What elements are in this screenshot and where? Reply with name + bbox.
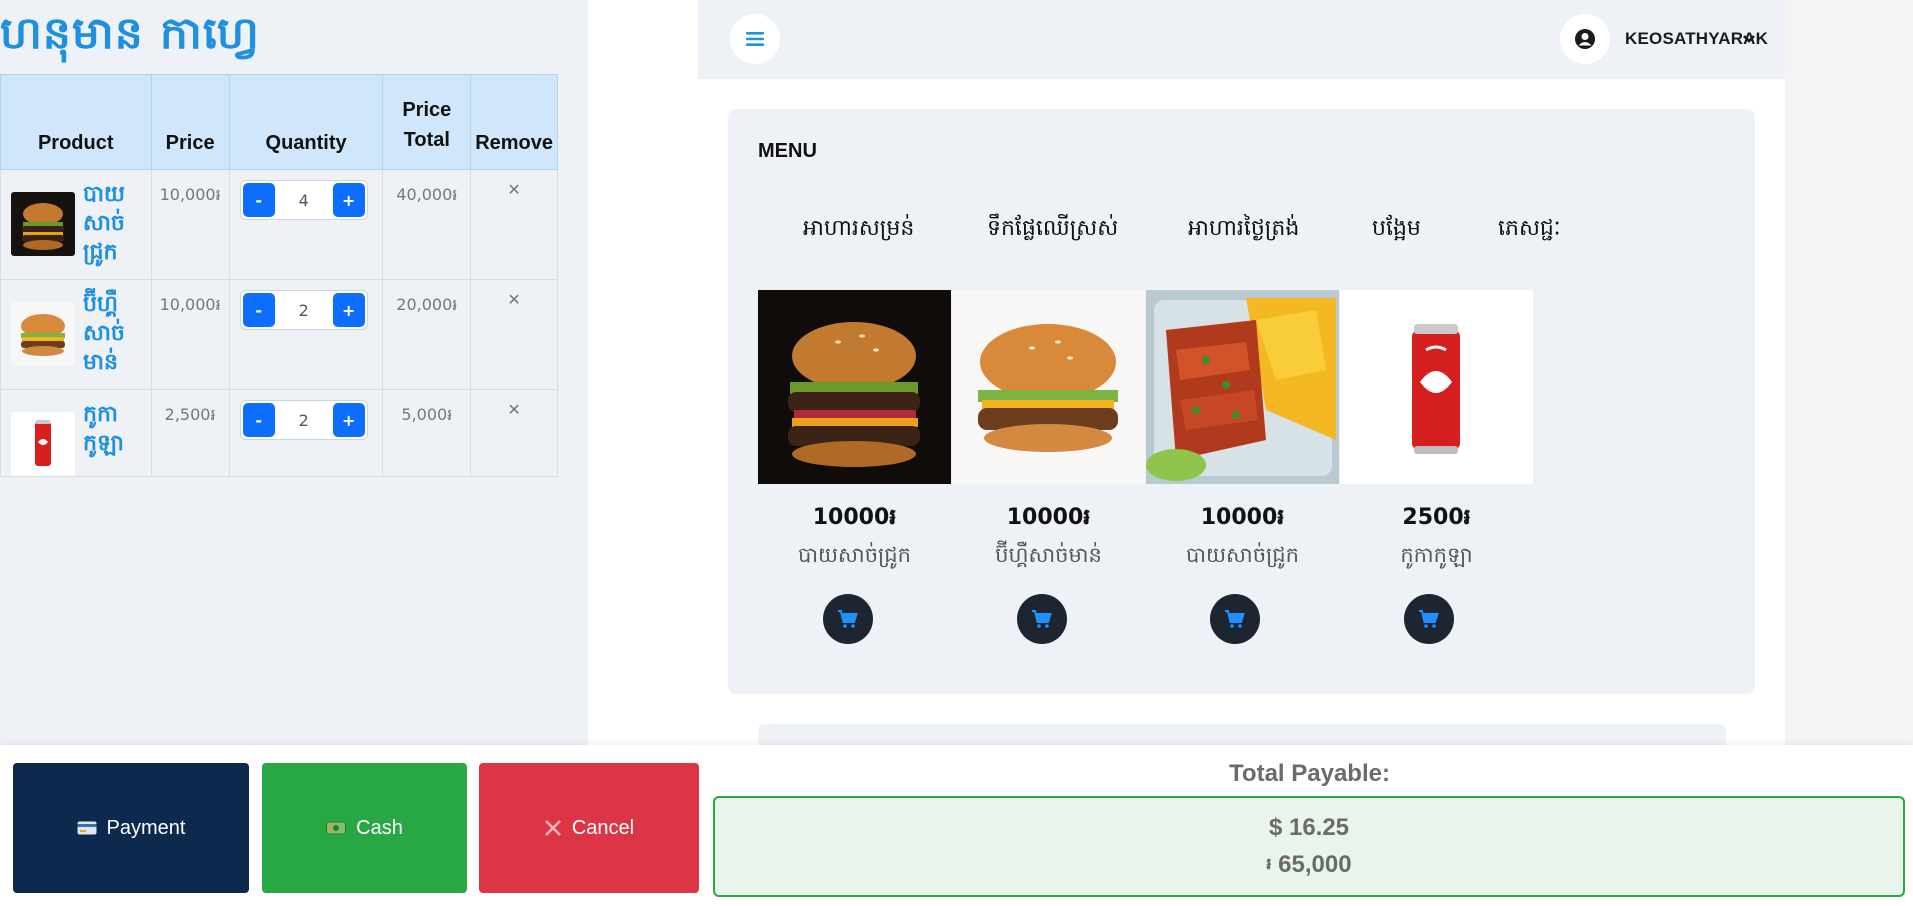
decrease-button[interactable]: -	[242, 183, 275, 217]
product-price: 2500៛	[1402, 505, 1471, 530]
product-price: 10000៛	[1006, 505, 1091, 530]
total-payable-box	[713, 796, 1905, 897]
cart-item-name: ប៊ីហ្គឺសាច់មាន់	[83, 292, 125, 375]
increase-button[interactable]: +	[332, 403, 365, 437]
burger-light-thumbnail	[11, 302, 75, 366]
product-name: ប៊ីហ្គឺសាច់មាន់	[995, 543, 1102, 567]
header-price-total: Price Total	[382, 74, 472, 170]
quantity-value[interactable]: 2	[299, 411, 309, 430]
close-icon	[544, 820, 561, 836]
add-to-cart-button[interactable]	[1404, 594, 1454, 644]
cart-item-name: បាយសាច់ជ្រូក	[83, 182, 125, 265]
add-to-cart-button[interactable]	[823, 594, 873, 644]
total-khr: 65,000	[1278, 851, 1352, 878]
cart-icon	[1419, 610, 1439, 628]
top-navbar	[698, 0, 1785, 79]
payment-label: Payment	[106, 816, 186, 839]
add-to-cart-button[interactable]	[1017, 594, 1067, 644]
remove-icon[interactable]: ✕	[470, 279, 558, 390]
payment-button[interactable]: Payment	[13, 763, 249, 893]
cart-row: បាយសាច់ជ្រូក 10,000៛ - 4 + 40,000៛ ✕	[0, 169, 558, 280]
divider-gap	[588, 0, 698, 745]
decrease-button[interactable]: -	[242, 293, 275, 327]
product-image-burger-dark[interactable]	[758, 290, 951, 484]
shop-title: ហនុមាន កាហ្វេ	[0, 8, 260, 59]
hamburger-icon[interactable]	[730, 14, 780, 64]
cart-item-price: 2,500៛	[150, 389, 230, 477]
category-tab[interactable]: អាហារថ្ងៃត្រង់	[1188, 214, 1299, 246]
product-name: កូកាកូឡា	[1400, 543, 1473, 567]
cart-icon	[838, 610, 858, 628]
quantity-value[interactable]: 4	[299, 191, 309, 210]
cart-header-row: Product Price Quantity Price Total Remov…	[0, 74, 558, 170]
product-image-burger-light[interactable]	[952, 290, 1145, 484]
header-quantity: Quantity	[228, 74, 384, 170]
quantity-stepper: - 2 +	[239, 400, 368, 440]
burger-dark-thumbnail	[11, 192, 75, 256]
product-price: 10000៛	[812, 505, 897, 530]
remove-icon[interactable]: ✕	[470, 169, 558, 280]
cancel-label: Cancel	[571, 816, 635, 839]
product-image-coca-cola[interactable]	[1340, 290, 1533, 484]
next-section-card	[758, 724, 1726, 745]
product-name: បាយសាច់ជ្រូក	[1186, 543, 1299, 567]
cart-icon	[1225, 610, 1245, 628]
quantity-value[interactable]: 2	[299, 301, 309, 320]
cart-panel: ហនុមាន កាហ្វេ Product Price Quantity Pri…	[0, 0, 588, 745]
total-usd: $ 16.25	[1268, 814, 1350, 841]
cart-item-total: 20,000៛	[382, 279, 472, 390]
coca-cola-thumbnail	[11, 412, 75, 476]
product-name: បាយសាច់ជ្រូក	[798, 543, 911, 567]
cart-table: Product Price Quantity Price Total Remov…	[0, 74, 558, 477]
header-remove: Remove	[470, 74, 558, 170]
decrease-button[interactable]: -	[242, 403, 275, 437]
cart-item-name: កូកាកូឡា	[83, 402, 124, 456]
cart-row: កូកាកូឡា 2,500៛ - 2 + 5,000៛ ✕	[0, 389, 558, 477]
cancel-button[interactable]: Cancel	[479, 763, 699, 893]
total-khr-row: ៛ 65,000	[713, 851, 1905, 879]
cart-row: ប៊ីហ្គឺសាច់មាន់ 10,000៛ - 2 + 20,000៛ ✕	[0, 279, 558, 390]
add-to-cart-button[interactable]	[1210, 594, 1260, 644]
quantity-stepper: - 2 +	[239, 290, 368, 330]
credit-card-icon	[77, 821, 97, 835]
cash-button[interactable]: Cash	[262, 763, 467, 893]
category-tab[interactable]: អាហារសម្រន់	[803, 214, 914, 246]
cash-icon	[326, 821, 347, 835]
riel-symbol: ៛	[1266, 856, 1272, 873]
cart-item-price: 10,000៛	[150, 279, 230, 390]
category-tab[interactable]: ទឹកផ្លែឈើស្រស់	[987, 214, 1118, 246]
chevron-down-icon[interactable]	[1742, 30, 1756, 49]
cart-item-total: 40,000៛	[382, 169, 472, 280]
cash-label: Cash	[356, 816, 403, 839]
cart-item-price: 10,000៛	[150, 169, 230, 280]
increase-button[interactable]: +	[332, 183, 365, 217]
increase-button[interactable]: +	[332, 293, 365, 327]
product-image-grilled-pork-rice[interactable]	[1146, 290, 1339, 484]
total-payable-label: Total Payable:	[1229, 760, 1390, 787]
header-price: Price	[150, 74, 230, 170]
product-price: 10000៛	[1200, 505, 1285, 530]
quantity-stepper: - 4 +	[239, 180, 368, 220]
cart-item-total: 5,000៛	[382, 389, 472, 477]
category-tab[interactable]: បង្អែម	[1372, 214, 1421, 246]
menu-heading: MENU	[758, 140, 817, 162]
category-tab[interactable]: ភេសជ្ជៈ	[1498, 214, 1561, 246]
header-product: Product	[0, 74, 152, 170]
remove-icon[interactable]: ✕	[470, 389, 558, 477]
right-margin	[1785, 0, 1913, 745]
cart-icon	[1032, 610, 1052, 628]
user-circle-icon[interactable]	[1560, 14, 1610, 64]
